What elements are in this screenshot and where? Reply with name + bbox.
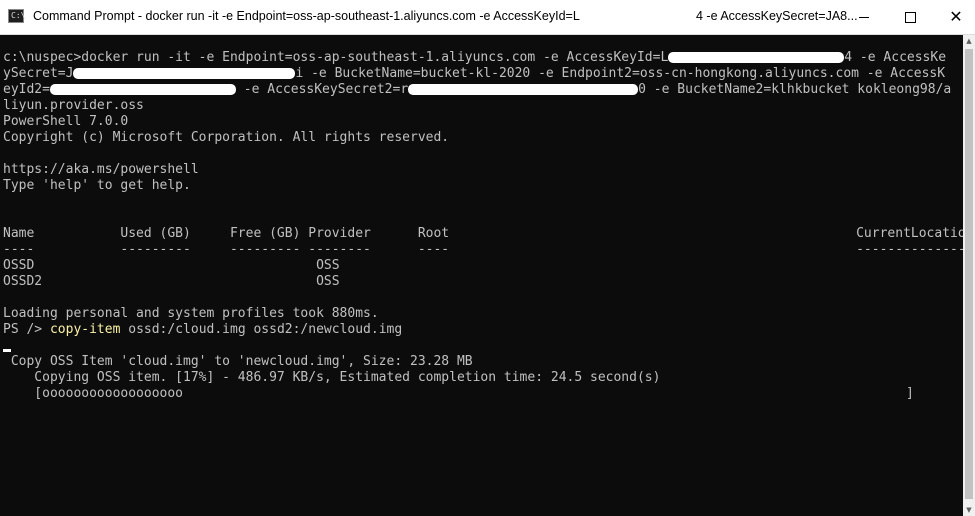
minimize-icon xyxy=(859,16,869,18)
redacted-access-key-id-2 xyxy=(49,84,236,95)
cmd-icon: C:\ xyxy=(8,9,26,23)
window-title-continued: 4 -e AccessKeySecret=JA8... xyxy=(696,9,858,23)
table-header-dashes: ---- --------- --------- -------- ---- -… xyxy=(3,242,963,257)
help-text: Type 'help' to get help. xyxy=(3,178,191,193)
maximize-button[interactable] xyxy=(887,0,933,34)
copyright-text: Copyright (c) Microsoft Corporation. All… xyxy=(3,130,450,145)
profile-loading-text: Loading personal and system profiles too… xyxy=(3,306,379,321)
progress-status: Copying OSS item. [17%] - 486.97 KB/s, E… xyxy=(3,370,661,385)
command-prompt-window: C:\ Command Prompt - docker run -it -e E… xyxy=(0,0,975,516)
progress-bar-fill: [oooooooooooooooooo xyxy=(3,386,184,401)
table-header: Name Used (GB) Free (GB) Provider Root C… xyxy=(3,226,963,241)
table-row: OSSD OSS xyxy=(3,258,340,273)
title-bar[interactable]: C:\ Command Prompt - docker run -it -e E… xyxy=(0,0,975,35)
progress-bar: [oooooooooooooooooo xyxy=(3,386,183,402)
command-text: eyId2= xyxy=(3,82,50,97)
scroll-up-arrow-icon[interactable]: ▲ xyxy=(963,35,975,47)
command-line-2: ySecret=J i -e BucketName=bucket-kl-2020 … xyxy=(3,66,945,82)
scroll-down-arrow-icon[interactable]: ▼ xyxy=(963,504,975,516)
text-cursor xyxy=(3,349,11,352)
command-line-4: liyun.provider.oss xyxy=(3,98,144,113)
copy-status: Copy OSS Item 'cloud.img' to 'newcloud.i… xyxy=(3,354,473,369)
command-text: c:\nuspec>docker run -it -e Endpoint=oss… xyxy=(3,50,669,65)
powershell-url: https://aka.ms/powershell xyxy=(3,162,199,177)
scrollbar-thumb[interactable] xyxy=(965,49,973,499)
command-name: copy-item xyxy=(49,322,121,337)
close-icon: ✕ xyxy=(949,7,963,26)
command-text: 4 -e AccessKe xyxy=(844,50,947,65)
command-args: ossd:/cloud.img ossd2:/newcloud.img xyxy=(120,322,403,337)
close-button[interactable]: ✕ xyxy=(933,0,975,34)
command-text: i -e BucketName=bucket-kl-2020 -e Endpoi… xyxy=(295,66,946,81)
command-line-1: c:\nuspec>docker run -it -e Endpoint=oss… xyxy=(3,50,946,66)
redacted-access-key-id xyxy=(668,52,845,63)
powershell-version: PowerShell 7.0.0 xyxy=(3,114,129,129)
table-row: OSSD2 OSS xyxy=(3,274,340,289)
console-output[interactable]: c:\nuspec>docker run -it -e Endpoint=oss… xyxy=(0,35,963,516)
command-line-3: eyId2= -e AccessKeySecret2=r 0 -e BucketN… xyxy=(3,82,951,98)
command-text: 0 -e BucketName2=klhkbucket kokleong98/a xyxy=(638,82,952,97)
maximize-icon xyxy=(904,11,916,23)
window-title: Command Prompt - docker run -it -e Endpo… xyxy=(33,9,580,23)
minimize-button[interactable] xyxy=(841,0,887,34)
cmd-icon-text: C:\ xyxy=(11,11,26,20)
command-text: ySecret=J xyxy=(3,66,74,81)
vertical-scrollbar[interactable]: ▲ ▼ xyxy=(963,35,975,516)
prompt: PS /> xyxy=(3,322,50,337)
command-text: -e AccessKeySecret2=r xyxy=(235,82,409,97)
prompt-line: PS /> copy-item ossd:/cloud.img ossd2:/n… xyxy=(3,322,402,338)
progress-bar-end: ] xyxy=(906,386,914,401)
redacted-access-key-secret xyxy=(73,68,296,79)
redacted-access-key-secret-2 xyxy=(408,84,639,95)
